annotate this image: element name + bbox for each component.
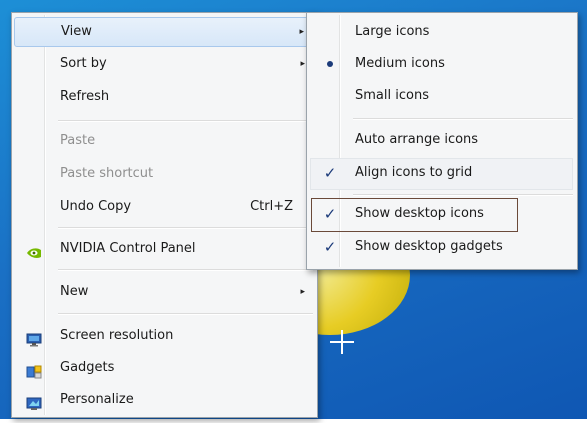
menu-separator	[58, 313, 313, 315]
menu-item-paste-shortcut: Paste shortcut	[14, 159, 315, 189]
submenu-item-large-icons[interactable]: Large icons	[309, 17, 575, 47]
menu-item-label: Personalize	[60, 392, 134, 407]
menu-separator	[58, 120, 313, 122]
menu-item-screen-resolution[interactable]: Screen resolution	[14, 321, 315, 351]
nvidia-icon	[26, 242, 42, 258]
menu-item-paste: Paste	[14, 126, 315, 156]
menu-item-label: NVIDIA Control Panel	[60, 241, 196, 256]
menu-item-undo-copy[interactable]: Undo Copy Ctrl+Z	[14, 192, 315, 222]
menu-separator	[353, 118, 573, 120]
menu-item-label: Auto arrange icons	[355, 132, 479, 147]
gadgets-icon	[26, 361, 42, 379]
menu-item-personalize[interactable]: Personalize	[14, 385, 315, 415]
menu-separator	[353, 194, 573, 196]
focus-outline	[311, 198, 518, 232]
submenu-arrow-icon: ▸	[300, 287, 305, 297]
submenu-item-show-desktop-gadgets[interactable]: ✓ Show desktop gadgets	[309, 232, 575, 262]
menu-item-label: Refresh	[60, 89, 110, 104]
menu-item-view[interactable]: View ▸	[14, 17, 315, 47]
menu-item-label: Large icons	[355, 24, 430, 39]
menu-item-nvidia-control-panel[interactable]: NVIDIA Control Panel	[14, 234, 315, 264]
menu-item-sort-by[interactable]: Sort by ▸	[14, 49, 315, 79]
menu-item-label: Sort by	[60, 56, 107, 71]
submenu-arrow-icon: ▸	[300, 59, 305, 69]
menu-item-label: Undo Copy	[60, 199, 132, 214]
radio-selected-icon	[327, 61, 333, 67]
menu-item-gadgets[interactable]: Gadgets	[14, 353, 315, 383]
submenu-arrow-icon: ▸	[299, 27, 304, 37]
checkmark-icon: ✓	[323, 238, 337, 256]
menu-item-label: Paste	[60, 133, 96, 148]
personalize-icon	[26, 393, 42, 410]
menu-separator	[58, 227, 313, 229]
menu-item-label: Paste shortcut	[60, 166, 154, 181]
menu-item-label: New	[60, 284, 89, 299]
menu-item-shortcut: Ctrl+Z	[250, 199, 293, 214]
submenu-item-align-icons-to-grid[interactable]: ✓ Align icons to grid	[309, 158, 575, 188]
view-submenu: Large icons Medium icons Small icons Aut…	[306, 12, 578, 270]
monitor-icon	[26, 329, 42, 347]
menu-item-label: Medium icons	[355, 56, 445, 71]
submenu-item-auto-arrange-icons[interactable]: Auto arrange icons	[309, 125, 575, 155]
menu-item-label: View	[61, 24, 92, 39]
menu-item-label: Screen resolution	[60, 328, 174, 343]
menu-separator	[58, 269, 313, 271]
menu-item-refresh[interactable]: Refresh	[14, 82, 315, 112]
menu-item-label: Small icons	[355, 88, 429, 103]
submenu-item-medium-icons[interactable]: Medium icons	[309, 49, 575, 79]
menu-item-label: Gadgets	[60, 360, 115, 375]
menu-item-new[interactable]: New ▸	[14, 277, 315, 307]
menu-item-label: Show desktop gadgets	[355, 239, 503, 254]
menu-item-label: Align icons to grid	[355, 165, 473, 180]
submenu-item-small-icons[interactable]: Small icons	[309, 81, 575, 111]
wallpaper-sparkle	[330, 330, 354, 354]
desktop-context-menu: View ▸ Sort by ▸ Refresh Paste Paste sho…	[11, 12, 318, 418]
checkmark-icon: ✓	[323, 164, 337, 182]
